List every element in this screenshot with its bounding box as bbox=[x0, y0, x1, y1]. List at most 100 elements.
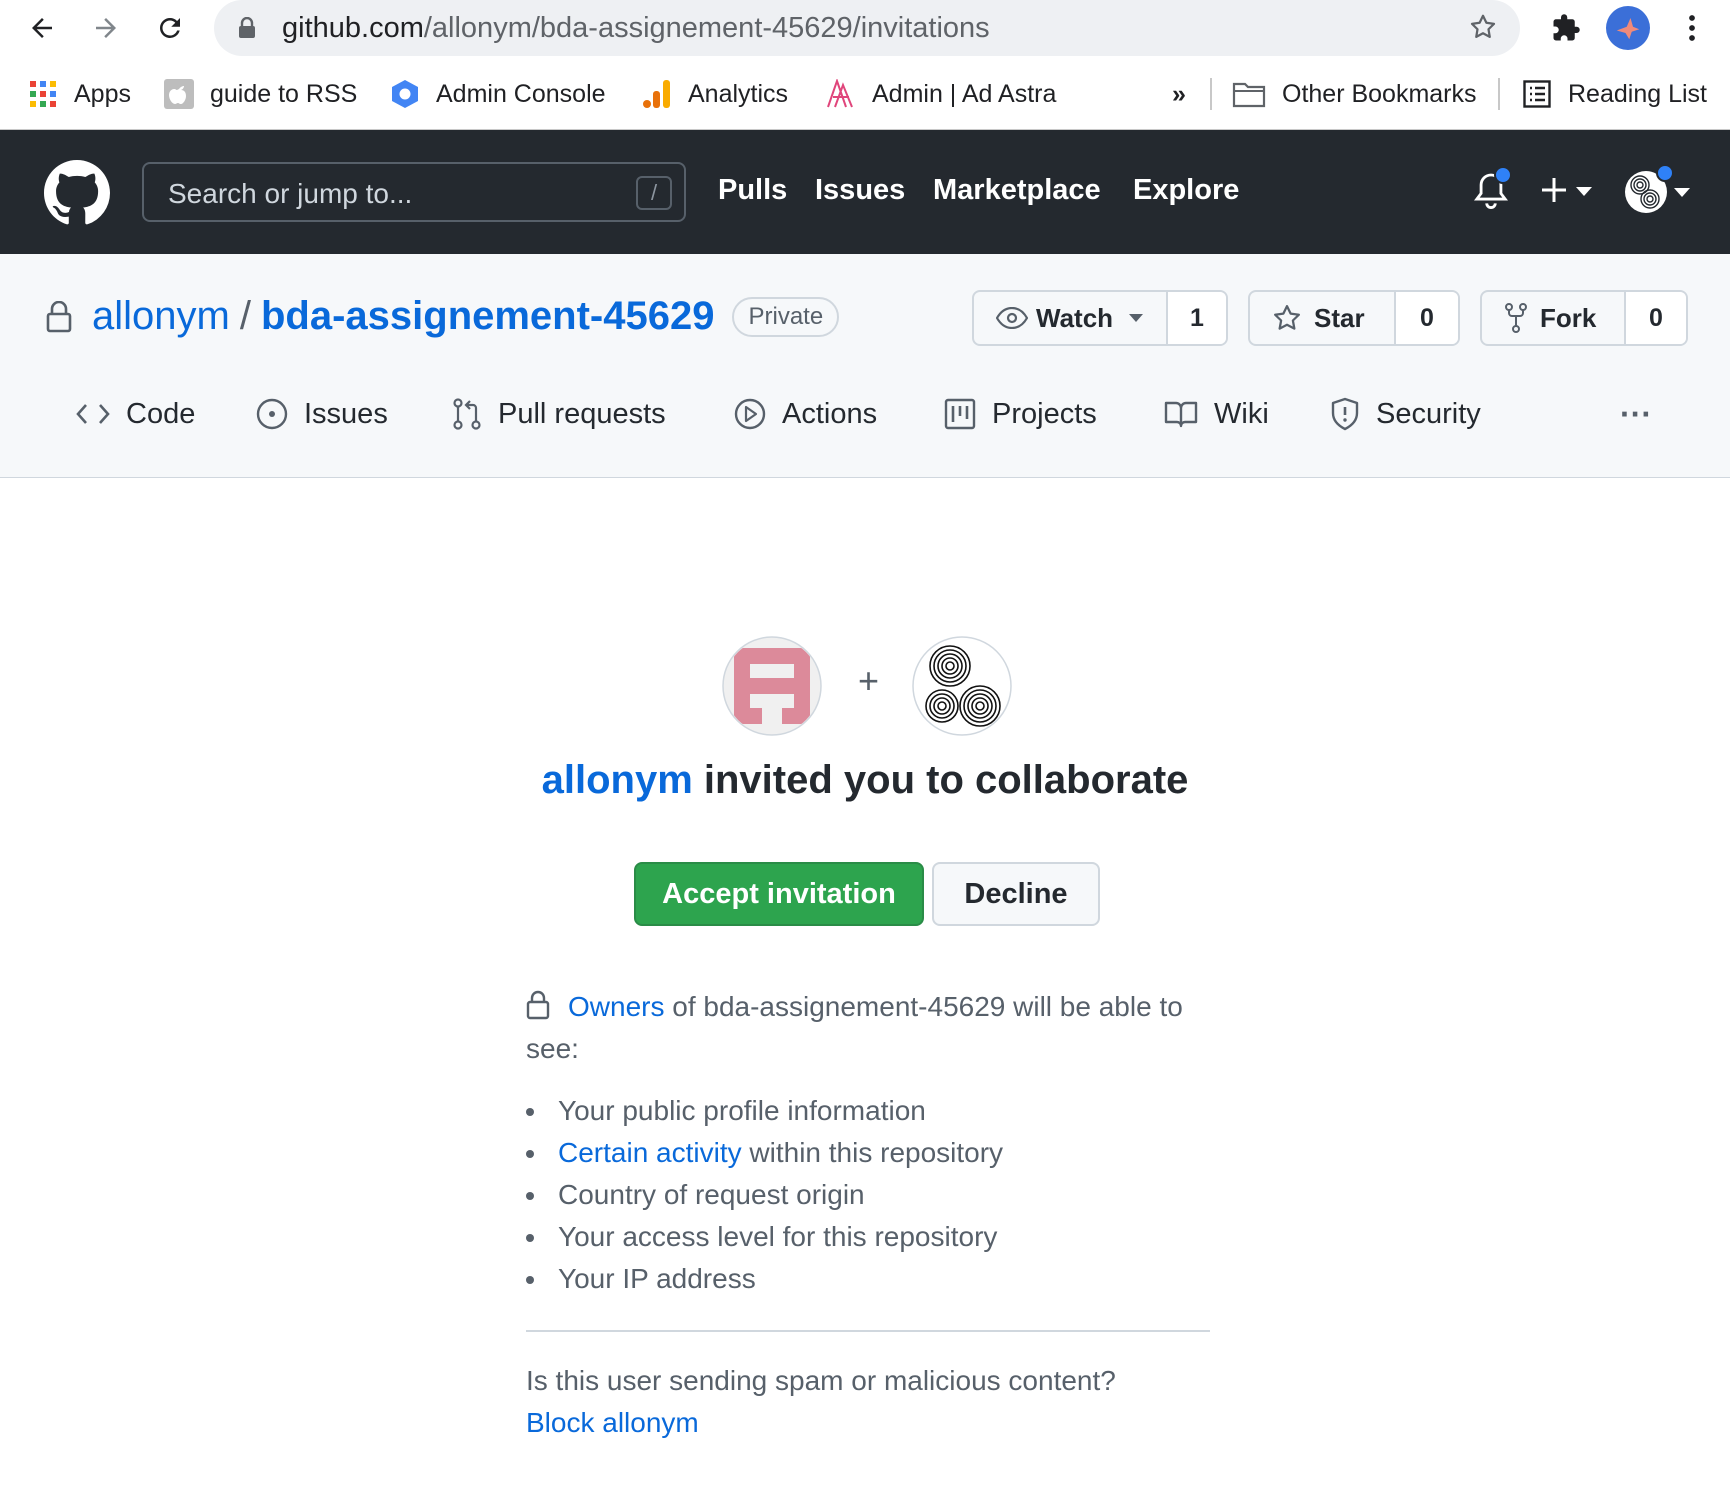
search-placeholder: Search or jump to... bbox=[168, 178, 413, 209]
bookmark-ad-astra[interactable]: Admin | Ad Astra bbox=[826, 74, 1056, 114]
kebab-menu-icon bbox=[1689, 15, 1695, 41]
watch-label: Watch bbox=[1036, 302, 1114, 333]
tab-pull-requests[interactable]: Pull requests bbox=[452, 384, 666, 444]
tab-security[interactable]: Security bbox=[1330, 384, 1481, 444]
tab-wiki[interactable]: Wiki bbox=[1164, 384, 1269, 444]
tab-label: Projects bbox=[992, 397, 1097, 430]
bookmark-other-bookmarks[interactable]: Other Bookmarks bbox=[1232, 74, 1477, 114]
accept-invitation-button[interactable]: Accept invitation bbox=[634, 862, 924, 926]
nav-marketplace[interactable]: Marketplace bbox=[933, 174, 1101, 207]
list-item: Your access level for this repository bbox=[526, 1216, 1210, 1258]
lock-icon bbox=[46, 300, 72, 332]
owners-notice: Owners of bda-assignement-45629 will be … bbox=[526, 986, 1210, 1070]
shield-icon bbox=[1330, 397, 1360, 431]
tab-label: Code bbox=[126, 397, 196, 430]
nav-explore[interactable]: Explore bbox=[1133, 174, 1239, 207]
github-logo-icon[interactable] bbox=[44, 160, 110, 231]
divider bbox=[526, 1330, 1210, 1332]
watch-button[interactable]: Watch 1 bbox=[972, 290, 1228, 346]
fork-label: Fork bbox=[1540, 302, 1597, 333]
certain-activity-link[interactable]: Certain activity bbox=[558, 1137, 742, 1168]
tab-code[interactable]: Code bbox=[76, 384, 195, 444]
extensions-button[interactable] bbox=[1546, 8, 1586, 48]
invitee-avatar[interactable] bbox=[912, 636, 1012, 736]
fork-icon bbox=[1505, 303, 1527, 333]
tab-projects[interactable]: Projects bbox=[944, 384, 1097, 444]
pull-request-icon bbox=[452, 398, 482, 430]
star-main[interactable]: Star bbox=[1250, 292, 1394, 344]
visibility-info: Owners of bda-assignement-45629 will be … bbox=[526, 986, 1210, 1444]
list-item: Your IP address bbox=[526, 1258, 1210, 1300]
tab-actions[interactable]: Actions bbox=[734, 384, 877, 444]
inviter-avatar[interactable] bbox=[722, 636, 822, 736]
fork-count[interactable]: 0 bbox=[1624, 292, 1686, 344]
notification-dot bbox=[1494, 166, 1512, 184]
bird-icon bbox=[1616, 18, 1640, 40]
browser-toolbar: github.com/allonym/bda-assignement-45629… bbox=[0, 0, 1730, 130]
lock-icon bbox=[239, 17, 255, 38]
back-button[interactable] bbox=[22, 8, 62, 48]
book-icon bbox=[1164, 400, 1198, 428]
url-text: github.com/allonym/bda-assignement-45629… bbox=[282, 12, 990, 44]
plus-separator: + bbox=[858, 660, 880, 701]
repo-tabs: Code Issues Pull requests Actions Projec… bbox=[0, 384, 1730, 444]
repo-header: allonym / bda-assignement-45629 Private … bbox=[0, 254, 1730, 478]
apps-grid-icon bbox=[28, 79, 58, 109]
invitation-title: allonym invited you to collaborate bbox=[0, 758, 1730, 803]
bookmark-label: Admin | Ad Astra bbox=[872, 79, 1057, 108]
bookmarks-bar: Apps guide to RSS Admin Console Analytic… bbox=[0, 70, 1730, 118]
more-tabs-button[interactable]: ··· bbox=[1620, 384, 1652, 444]
browser-profile-avatar[interactable] bbox=[1606, 6, 1650, 50]
list-item: Certain activity within this repository bbox=[526, 1132, 1210, 1174]
play-icon bbox=[734, 398, 766, 430]
fork-button[interactable]: Fork 0 bbox=[1480, 290, 1688, 346]
browser-menu-button[interactable] bbox=[1672, 8, 1712, 48]
tab-issues[interactable]: Issues bbox=[256, 384, 388, 444]
reading-list-button[interactable]: Reading List bbox=[1522, 74, 1707, 114]
bookmark-apps[interactable]: Apps bbox=[28, 74, 131, 114]
star-icon bbox=[1274, 305, 1300, 330]
folder-icon bbox=[1232, 79, 1266, 109]
forward-button[interactable] bbox=[86, 8, 126, 48]
apple-icon bbox=[164, 79, 194, 109]
overflow-label: » bbox=[1172, 79, 1186, 108]
bookmark-admin-console[interactable]: Admin Console bbox=[390, 74, 606, 114]
tab-label: Actions bbox=[782, 397, 878, 430]
nav-pulls[interactable]: Pulls bbox=[718, 174, 787, 207]
visibility-badge: Private bbox=[732, 296, 840, 337]
create-new-button[interactable] bbox=[1540, 172, 1612, 212]
address-bar[interactable]: github.com/allonym/bda-assignement-45629… bbox=[214, 0, 1520, 56]
status-dot bbox=[1656, 164, 1674, 182]
notifications-button[interactable] bbox=[1472, 166, 1512, 216]
kebab-horizontal-icon: ··· bbox=[1620, 395, 1652, 432]
nav-issues[interactable]: Issues bbox=[815, 174, 905, 207]
decline-button[interactable]: Decline bbox=[932, 862, 1100, 926]
fork-main[interactable]: Fork bbox=[1482, 292, 1624, 344]
watch-count[interactable]: 1 bbox=[1166, 292, 1226, 344]
watch-main[interactable]: Watch bbox=[974, 292, 1166, 344]
reload-icon bbox=[160, 17, 180, 38]
reading-list-icon bbox=[1522, 79, 1552, 109]
user-menu-button[interactable] bbox=[1622, 164, 1706, 218]
bookmarks-divider bbox=[1210, 78, 1212, 110]
repo-owner-link[interactable]: allonym bbox=[92, 294, 230, 339]
search-input[interactable]: Search or jump to... / bbox=[142, 162, 686, 222]
star-count[interactable]: 0 bbox=[1394, 292, 1458, 344]
repo-name-link[interactable]: bda-assignement-45629 bbox=[261, 294, 715, 339]
bookmark-star-icon[interactable] bbox=[1468, 12, 1498, 42]
inviter-link[interactable]: allonym bbox=[542, 758, 693, 802]
star-button[interactable]: Star 0 bbox=[1248, 290, 1460, 346]
invitation-avatars: + bbox=[722, 636, 1012, 736]
plus-icon bbox=[1542, 178, 1566, 202]
bookmark-label: Reading List bbox=[1568, 79, 1707, 108]
repo-path-separator: / bbox=[239, 294, 251, 338]
bookmarks-overflow-button[interactable]: » bbox=[1172, 74, 1186, 114]
forward-arrow-icon bbox=[96, 18, 116, 38]
tab-label: Issues bbox=[304, 397, 388, 430]
tab-label: Pull requests bbox=[498, 397, 666, 430]
owners-link[interactable]: Owners bbox=[568, 991, 664, 1022]
bookmark-guide-to-rss[interactable]: guide to RSS bbox=[164, 74, 357, 114]
reload-button[interactable] bbox=[150, 8, 190, 48]
bookmark-analytics[interactable]: Analytics bbox=[642, 74, 788, 114]
block-user-link[interactable]: Block allonym bbox=[526, 1402, 1210, 1444]
